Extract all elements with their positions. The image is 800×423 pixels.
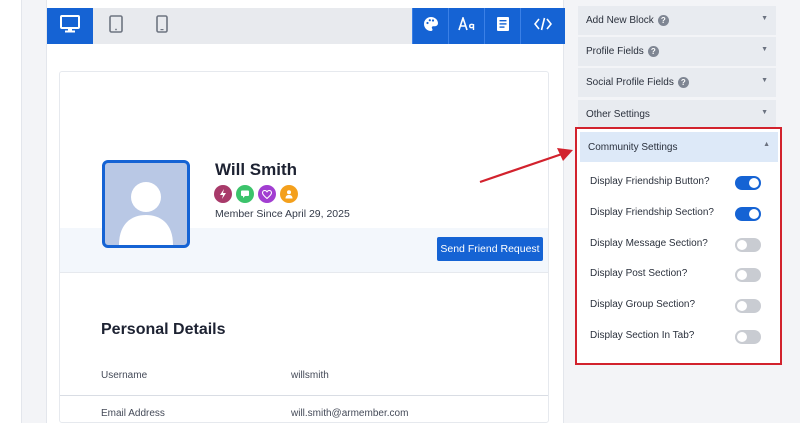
- personal-details-title: Personal Details: [101, 321, 226, 338]
- profile-editor-panel: Will Smith Member Since April 29, 2025 S…: [46, 0, 565, 423]
- annotation-arrow: [479, 148, 573, 184]
- member-since-text: Member Since April 29, 2025: [215, 208, 350, 220]
- setting-label-section-in-tab: Display Section In Tab?: [590, 330, 695, 341]
- community-settings-title: Community Settings: [588, 141, 678, 153]
- chevron-down-icon: ▼: [761, 77, 768, 84]
- setting-label-post-section: Display Post Section?: [590, 268, 688, 279]
- heart-icon[interactable]: [258, 185, 276, 203]
- email-label: Email Address: [101, 408, 165, 419]
- typography-button[interactable]: [448, 8, 484, 44]
- desktop-view-icon: [60, 14, 80, 38]
- code-icon: [533, 17, 553, 36]
- help-icon[interactable]: ?: [677, 77, 689, 88]
- community-settings-panel: Community Settings ▲ Display Friendship …: [575, 127, 782, 365]
- toggle-knob: [737, 240, 747, 250]
- toggle-post-section[interactable]: [735, 268, 761, 282]
- toggle-knob: [737, 270, 747, 280]
- chevron-down-icon: ▼: [761, 109, 768, 116]
- accordion-add-new-block[interactable]: Add New Block ? ▼: [578, 6, 776, 36]
- accordion-community-settings[interactable]: Community Settings ▲: [580, 132, 778, 162]
- palette-icon: [423, 16, 439, 37]
- accordion-label: Other Settings: [586, 109, 650, 120]
- username-label: Username: [101, 370, 148, 381]
- setting-label-friendship-section: Display Friendship Section?: [590, 207, 714, 218]
- document-button[interactable]: [484, 8, 520, 44]
- toggle-message-section[interactable]: [735, 238, 761, 252]
- toggle-friendship-button[interactable]: [735, 176, 761, 190]
- chevron-down-icon: ▼: [761, 46, 768, 53]
- chat-icon[interactable]: [236, 185, 254, 203]
- typography-icon: [457, 14, 476, 36]
- accordion-other-settings[interactable]: Other Settings ▼: [578, 100, 776, 130]
- help-icon[interactable]: ?: [657, 15, 669, 26]
- setting-label-group-section: Display Group Section?: [590, 299, 696, 310]
- profile-name: Will Smith: [215, 160, 298, 179]
- color-palette-button[interactable]: [412, 8, 448, 44]
- toggle-knob: [737, 332, 747, 342]
- accordion-label: Profile Fields: [586, 46, 644, 57]
- toggle-knob: [749, 209, 759, 219]
- mobile-view-button[interactable]: [139, 8, 185, 44]
- chevron-up-icon: ▲: [763, 141, 770, 148]
- email-value: will.smith@armember.com: [291, 408, 409, 419]
- toggle-knob: [737, 301, 747, 311]
- toggle-group-section[interactable]: [735, 299, 761, 313]
- user-placeholder-icon: [119, 182, 173, 245]
- code-view-button[interactable]: [520, 8, 565, 44]
- desktop-view-button[interactable]: [47, 8, 93, 44]
- accordion-label: Social Profile Fields: [586, 77, 674, 88]
- avatar[interactable]: [102, 160, 190, 248]
- editor-toolbar: [47, 8, 565, 44]
- tablet-view-button[interactable]: [93, 8, 139, 44]
- help-icon[interactable]: ?: [647, 46, 659, 57]
- profile-preview-card: Will Smith Member Since April 29, 2025 S…: [59, 71, 549, 423]
- user-icon[interactable]: [280, 185, 298, 203]
- left-sidebar-strip: [0, 0, 22, 423]
- tablet-view-icon: [109, 14, 123, 38]
- row-divider: [60, 395, 548, 396]
- chevron-down-icon: ▼: [761, 15, 768, 22]
- lightning-icon[interactable]: [214, 185, 232, 203]
- profile-badges: [214, 185, 298, 203]
- setting-label-message-section: Display Message Section?: [590, 238, 708, 249]
- setting-label-friendship-button: Display Friendship Button?: [590, 176, 710, 187]
- toggle-friendship-section[interactable]: [735, 207, 761, 221]
- toggle-section-in-tab[interactable]: [735, 330, 761, 344]
- send-friend-request-button[interactable]: Send Friend Request: [437, 237, 543, 261]
- accordion-label: Add New Block: [586, 15, 654, 26]
- mobile-view-icon: [156, 14, 168, 38]
- toggle-knob: [749, 178, 759, 188]
- accordion-profile-fields[interactable]: Profile Fields ? ▼: [578, 37, 776, 67]
- username-value: willsmith: [291, 370, 329, 381]
- document-icon: [496, 16, 510, 37]
- accordion-social-profile-fields[interactable]: Social Profile Fields ? ▼: [578, 68, 776, 98]
